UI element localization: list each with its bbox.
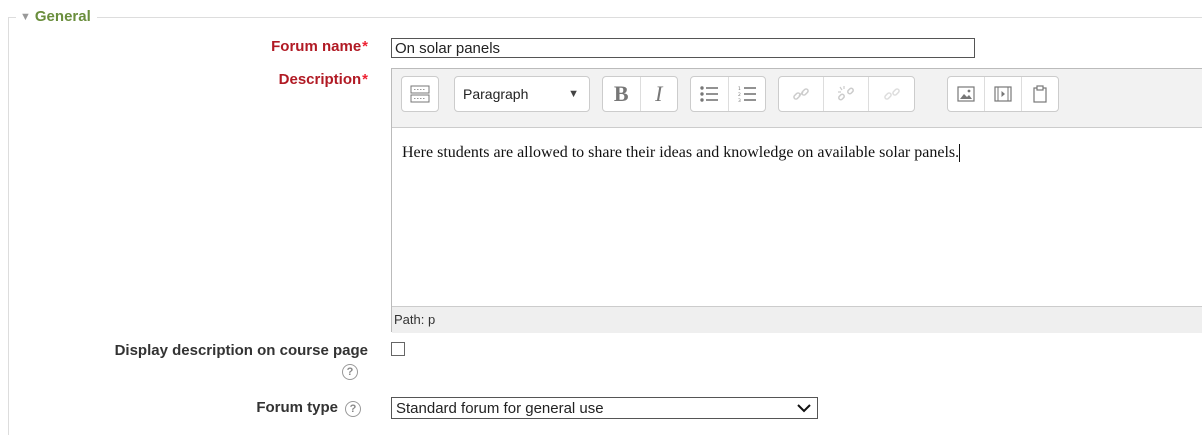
toolbar-group-format: Paragraph ▼	[454, 76, 590, 112]
bullet-list-button[interactable]	[691, 77, 729, 111]
numbered-list-button[interactable]: 1 2 3	[729, 77, 766, 111]
description-content-area[interactable]: Here students are allowed to share their…	[392, 128, 1202, 306]
anchor-button[interactable]	[869, 77, 914, 111]
toolbar-group-media	[947, 76, 1059, 112]
anchor-icon	[883, 88, 900, 100]
insert-image-button[interactable]	[948, 77, 985, 111]
toolbar-group-links	[778, 76, 915, 112]
chevron-down-icon	[797, 400, 811, 416]
link-icon	[793, 88, 809, 100]
keyboard-icon	[410, 85, 430, 103]
general-section-toggle[interactable]: ▼ General	[16, 8, 97, 25]
image-icon	[957, 86, 975, 102]
toolbar-group-toggle	[401, 76, 439, 112]
display-description-checkbox[interactable]	[391, 342, 405, 356]
fieldset-border-top	[8, 17, 1202, 18]
bold-button[interactable]: B	[603, 77, 641, 111]
forum-type-label: Forum type	[256, 399, 338, 416]
display-description-label: Display description on course page	[114, 342, 368, 359]
bullet-list-icon	[700, 86, 719, 102]
forum-name-input[interactable]	[391, 38, 975, 58]
link-button[interactable]	[779, 77, 824, 111]
editor-toolbar: Paragraph ▼ B I 1 2 3	[392, 69, 1202, 128]
media-film-icon	[994, 86, 1012, 102]
unlink-button[interactable]	[824, 77, 870, 111]
description-text: Here students are allowed to share their…	[402, 144, 960, 161]
italic-button[interactable]: I	[641, 77, 678, 111]
help-icon[interactable]: ?	[342, 364, 358, 380]
paragraph-format-select[interactable]: Paragraph ▼	[455, 77, 589, 111]
help-icon[interactable]: ?	[345, 401, 361, 417]
forum-type-select[interactable]: Standard forum for general use	[391, 397, 818, 419]
toolbar-group-style: B I	[602, 76, 678, 112]
text-cursor	[959, 144, 961, 163]
paste-button[interactable]	[1022, 77, 1058, 111]
svg-text:3: 3	[738, 98, 741, 102]
editor-path-bar: Path: p	[392, 306, 1202, 333]
fieldset-border-left	[8, 17, 9, 435]
clipboard-icon	[1033, 85, 1047, 103]
numbered-list-icon: 1 2 3	[738, 86, 756, 102]
required-star-icon: *	[362, 38, 368, 55]
collapse-triangle-icon: ▼	[20, 10, 31, 23]
forum-name-label: Forum name*	[271, 38, 368, 55]
toolbar-toggle-button[interactable]	[402, 77, 438, 111]
svg-text:2: 2	[738, 92, 741, 98]
svg-text:1: 1	[738, 86, 741, 92]
description-label: Description*	[278, 71, 368, 88]
dropdown-caret-icon: ▼	[568, 88, 579, 100]
section-title: General	[34, 8, 91, 25]
description-editor: Paragraph ▼ B I 1 2 3 Here students are …	[391, 68, 1202, 333]
required-star-icon: *	[362, 71, 368, 88]
insert-media-button[interactable]	[985, 77, 1022, 111]
unlink-icon	[838, 86, 854, 101]
toolbar-group-lists: 1 2 3	[690, 76, 766, 112]
